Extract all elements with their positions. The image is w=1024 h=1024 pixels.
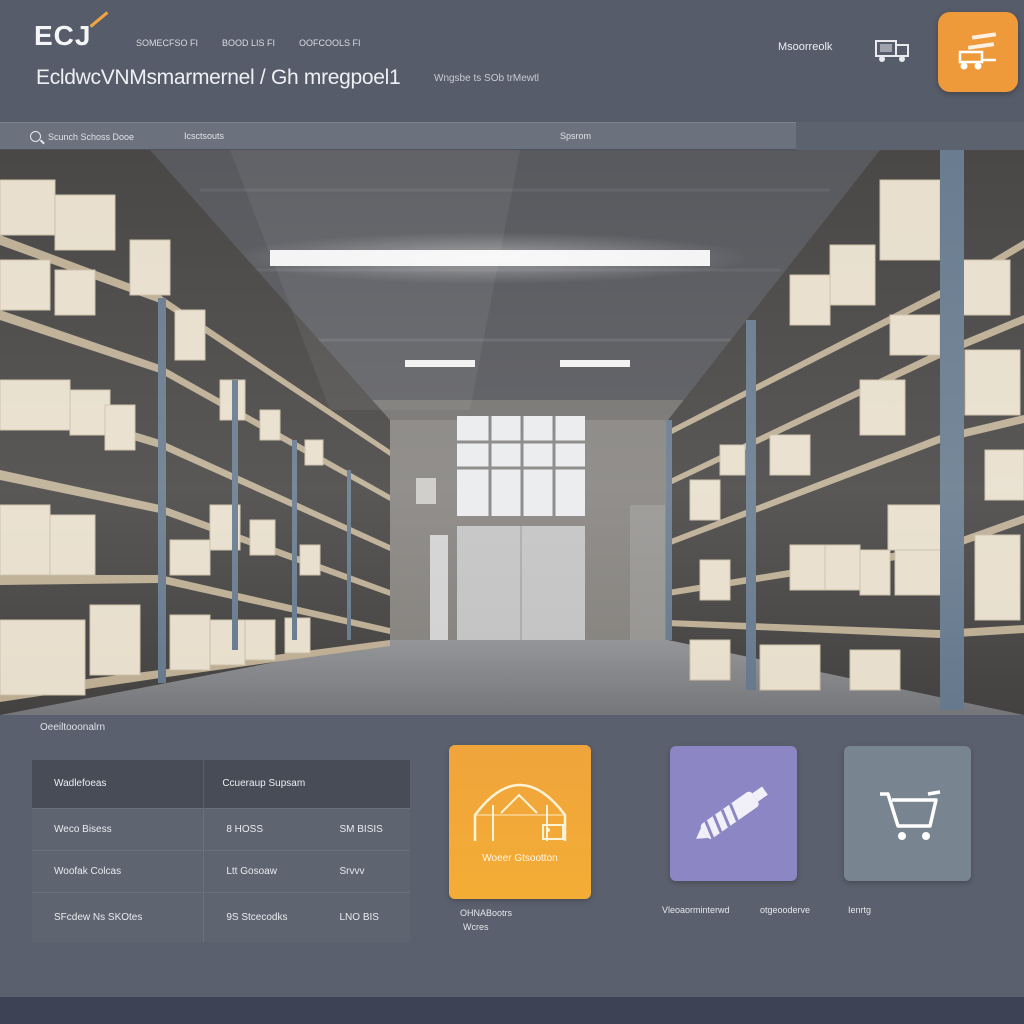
search-button[interactable]: Spsrom xyxy=(560,131,591,141)
filter-dropdown[interactable]: Icsctsouts xyxy=(184,131,224,141)
table-row[interactable]: SFcdew Ns SKOtes 9S Stcecodks LNO BIS xyxy=(32,891,410,942)
nav-item-1[interactable]: SOMECFSO FI xyxy=(136,38,198,48)
cart-tile[interactable] xyxy=(844,746,971,881)
footer-bar xyxy=(0,997,1024,1024)
logo-accent xyxy=(89,11,109,28)
page-subtitle: Wngsbe ts SOb trMewtl xyxy=(434,73,540,84)
table-cell: Weco Bisess xyxy=(32,807,204,850)
table-row[interactable]: Woofak Colcas Ltt Gosoaw Srvvv xyxy=(32,849,410,892)
table-cell: Woofak Colcas xyxy=(32,849,204,892)
cart-icon xyxy=(880,790,941,840)
nav-item-2[interactable]: BOOD LIS FI xyxy=(222,38,275,48)
app-logo[interactable]: ECJ xyxy=(34,20,91,52)
app-header: ECJ SOMECFSO FI BOOD LIS FI OOFCOOLS FI … xyxy=(0,0,1024,122)
warehouse-icon xyxy=(473,783,567,841)
nav-item-3[interactable]: OOFCOOLS FI xyxy=(299,38,361,48)
warehouse-hero-image xyxy=(0,150,1024,715)
drill-icon xyxy=(696,786,768,839)
warehouse-tile-label: OHNABootrs xyxy=(460,908,513,918)
cart-tile-label: otgeooderve xyxy=(760,905,811,915)
table-cell: 9S Stcecodks xyxy=(203,891,334,942)
table-row[interactable]: Weco Bisess 8 HOSS SM BISIS xyxy=(32,807,410,850)
forklift-icon xyxy=(958,32,997,70)
table-header-row: Wadlefoeas Ccueraup Supsam xyxy=(32,760,410,808)
top-nav: SOMECFSO FI BOOD LIS FI OOFCOOLS FI xyxy=(136,38,361,48)
table-cell: SFcdew Ns SKOtes xyxy=(32,891,204,942)
search-bar: Icsctsouts Spsrom xyxy=(0,122,796,150)
table-cell: 8 HOSS xyxy=(203,807,334,850)
warehouse-tile[interactable]: Woeer Gtsootton xyxy=(449,745,591,899)
table-cell: LNO BIS xyxy=(333,891,410,942)
page-title: EcldwcVNMsmarmernel / Gh mregpoel1 xyxy=(36,66,401,89)
truck-button[interactable] xyxy=(872,36,912,66)
column-header[interactable]: Ccueraup Supsam xyxy=(203,760,410,808)
warehouse-tile-caption: Woeer Gtsootton xyxy=(482,853,558,864)
section-label: Oeeiltooonalrn xyxy=(40,722,106,733)
quick-action-button[interactable] xyxy=(938,12,1018,92)
truck-icon xyxy=(875,40,909,62)
warehouse-tile-sublabel: Wcres xyxy=(463,922,489,932)
warehouse-illustration xyxy=(0,150,1024,715)
column-header[interactable]: Wadlefoeas xyxy=(32,760,204,808)
account-link[interactable]: Msoorreolk xyxy=(778,41,832,53)
search-icon[interactable] xyxy=(30,131,41,142)
search-input[interactable] xyxy=(48,129,168,145)
search-bar-extension xyxy=(796,122,1024,150)
tools-tile[interactable] xyxy=(670,746,797,881)
table-cell: SM BISIS xyxy=(333,807,410,850)
table-cell: Ltt Gosoaw xyxy=(203,849,334,892)
tools-tile-label: Vleoaorminterwd xyxy=(662,905,730,915)
inventory-table: Wadlefoeas Ccueraup Supsam Weco Bisess 8… xyxy=(32,760,410,942)
cart-side-label: Ienrtg xyxy=(848,905,872,915)
table-cell: Srvvv xyxy=(333,849,410,892)
